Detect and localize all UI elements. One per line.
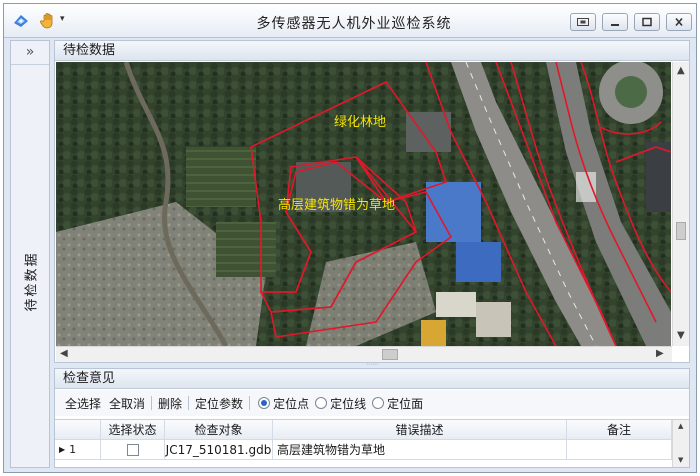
select-all-button[interactable]: 全选择 (61, 395, 105, 412)
blue-roof-building (426, 182, 481, 242)
column-header-remark[interactable]: 备注 (567, 420, 672, 439)
horizontal-scroll-thumb[interactable] (382, 349, 398, 360)
radio-locate-line-label: 定位线 (330, 396, 367, 411)
row-index: 1 (69, 443, 77, 456)
restore-window-icon (577, 18, 589, 26)
minimize-icon (611, 24, 619, 26)
yellow-roof-building (421, 320, 446, 346)
pending-data-panel: 待检数据 绿化林地 高层建筑物错为草地 ▲ ▼ ◀ ▶ (54, 40, 690, 363)
select-state-cell[interactable] (101, 440, 165, 459)
radio-selected-icon[interactable] (258, 397, 271, 409)
inspection-opinion-header: 检查意见 (55, 369, 689, 389)
grey-building (406, 112, 451, 152)
radio-unselected-icon[interactable] (315, 397, 328, 409)
restore-window-button[interactable] (570, 13, 596, 31)
map-label-misclassified-building: 高层建筑物错为草地 (278, 197, 395, 213)
scroll-down-icon[interactable]: ▼ (677, 330, 685, 341)
minimize-button[interactable] (602, 13, 628, 31)
radio-locate-area-label: 定位面 (387, 396, 424, 411)
map-horizontal-scrollbar[interactable]: ◀ ▶ (56, 346, 672, 362)
app-logo-icon[interactable] (12, 12, 30, 30)
table-row[interactable]: ▶ 1 JC17_510181.gdb 高层建筑物错为草地 (55, 440, 689, 460)
table-scroll-down-icon[interactable]: ▼ (678, 456, 683, 464)
maximize-button[interactable] (634, 13, 660, 31)
maximize-icon (642, 17, 652, 27)
title-bar: ▾ 多传感器无人机外业巡检系统 (4, 4, 696, 38)
row-select-checkbox[interactable] (126, 443, 139, 456)
window-title: 多传感器无人机外业巡检系统 (256, 16, 452, 32)
aerial-imagery[interactable]: 绿化林地 高层建筑物错为草地 (56, 62, 671, 346)
radio-locate-point[interactable]: 定位点 (258, 395, 309, 412)
close-icon (675, 17, 683, 27)
close-button[interactable] (666, 13, 692, 31)
locate-params-button[interactable]: 定位参数 (191, 395, 247, 412)
inspection-opinion-panel: 检查意见 全选择 全取消 删除 定位参数 定位点 定位线 定位面 选择状态 检查… (54, 368, 690, 468)
app-window: ▾ 多传感器无人机外业巡检系统 » 待检数据 待检数据 绿化林地 高层建筑物错为… (3, 3, 697, 473)
map-label-greenland: 绿化林地 (334, 115, 386, 130)
vertical-scroll-thumb[interactable] (676, 222, 686, 240)
radio-locate-area[interactable]: 定位面 (372, 395, 423, 412)
radio-locate-point-label: 定位点 (273, 396, 310, 411)
check-object-cell[interactable]: JC17_510181.gdb (165, 440, 273, 459)
quick-access-dropdown[interactable]: ▾ (60, 14, 65, 24)
opinion-table: 选择状态 检查对象 错误描述 备注 ▶ 1 JC17_510181.gdb 高层… (55, 419, 689, 467)
map-vertical-scrollbar[interactable]: ▲ ▼ (672, 62, 689, 346)
delete-button[interactable]: 删除 (154, 395, 186, 412)
row-indicator-header (55, 420, 101, 439)
scroll-right-icon[interactable]: ▶ (656, 348, 664, 359)
column-header-select-state[interactable]: 选择状态 (101, 420, 165, 439)
radio-unselected-icon[interactable] (372, 397, 385, 409)
column-header-error-description[interactable]: 错误描述 (273, 420, 567, 439)
toolbar-divider (249, 396, 251, 410)
blue-roof-building (456, 242, 501, 282)
expand-sidebar-button[interactable]: » (11, 41, 49, 65)
toolbar-divider (151, 396, 153, 410)
scroll-left-icon[interactable]: ◀ (60, 348, 68, 359)
collapsed-sidebar: » 待检数据 (10, 40, 50, 468)
remark-cell[interactable] (567, 440, 672, 459)
row-indicator[interactable]: ▶ 1 (55, 440, 101, 459)
farm-plot (216, 222, 276, 277)
column-header-check-object[interactable]: 检查对象 (165, 420, 273, 439)
hand-pan-icon[interactable] (40, 12, 56, 30)
toolbar-divider (188, 396, 190, 410)
table-scroll-up-icon[interactable]: ▲ (678, 422, 683, 430)
map-view[interactable]: 绿化林地 高层建筑物错为草地 (56, 62, 671, 346)
farm-plot (186, 147, 256, 207)
scroll-up-icon[interactable]: ▲ (677, 65, 685, 76)
opinion-toolbar: 全选择 全取消 删除 定位参数 定位点 定位线 定位面 (55, 390, 689, 416)
building-right (646, 142, 671, 212)
grey-roof-building (476, 302, 511, 337)
sidebar-tab-pending-data[interactable]: 待检数据 (11, 221, 49, 341)
radio-locate-line[interactable]: 定位线 (315, 395, 366, 412)
crosswalk (576, 172, 596, 202)
table-vertical-scrollbar[interactable]: ▲ ▼ (672, 420, 689, 467)
deselect-all-button[interactable]: 全取消 (105, 395, 149, 412)
roundabout-island (615, 76, 647, 108)
current-row-arrow-icon: ▶ (59, 445, 66, 454)
sidebar-tab-label: 待检数据 (24, 250, 40, 312)
error-description-cell[interactable]: 高层建筑物错为草地 (273, 440, 567, 459)
table-header-row: 选择状态 检查对象 错误描述 备注 (55, 420, 689, 440)
white-roof-building (436, 292, 476, 317)
pending-data-header: 待检数据 (55, 41, 689, 61)
